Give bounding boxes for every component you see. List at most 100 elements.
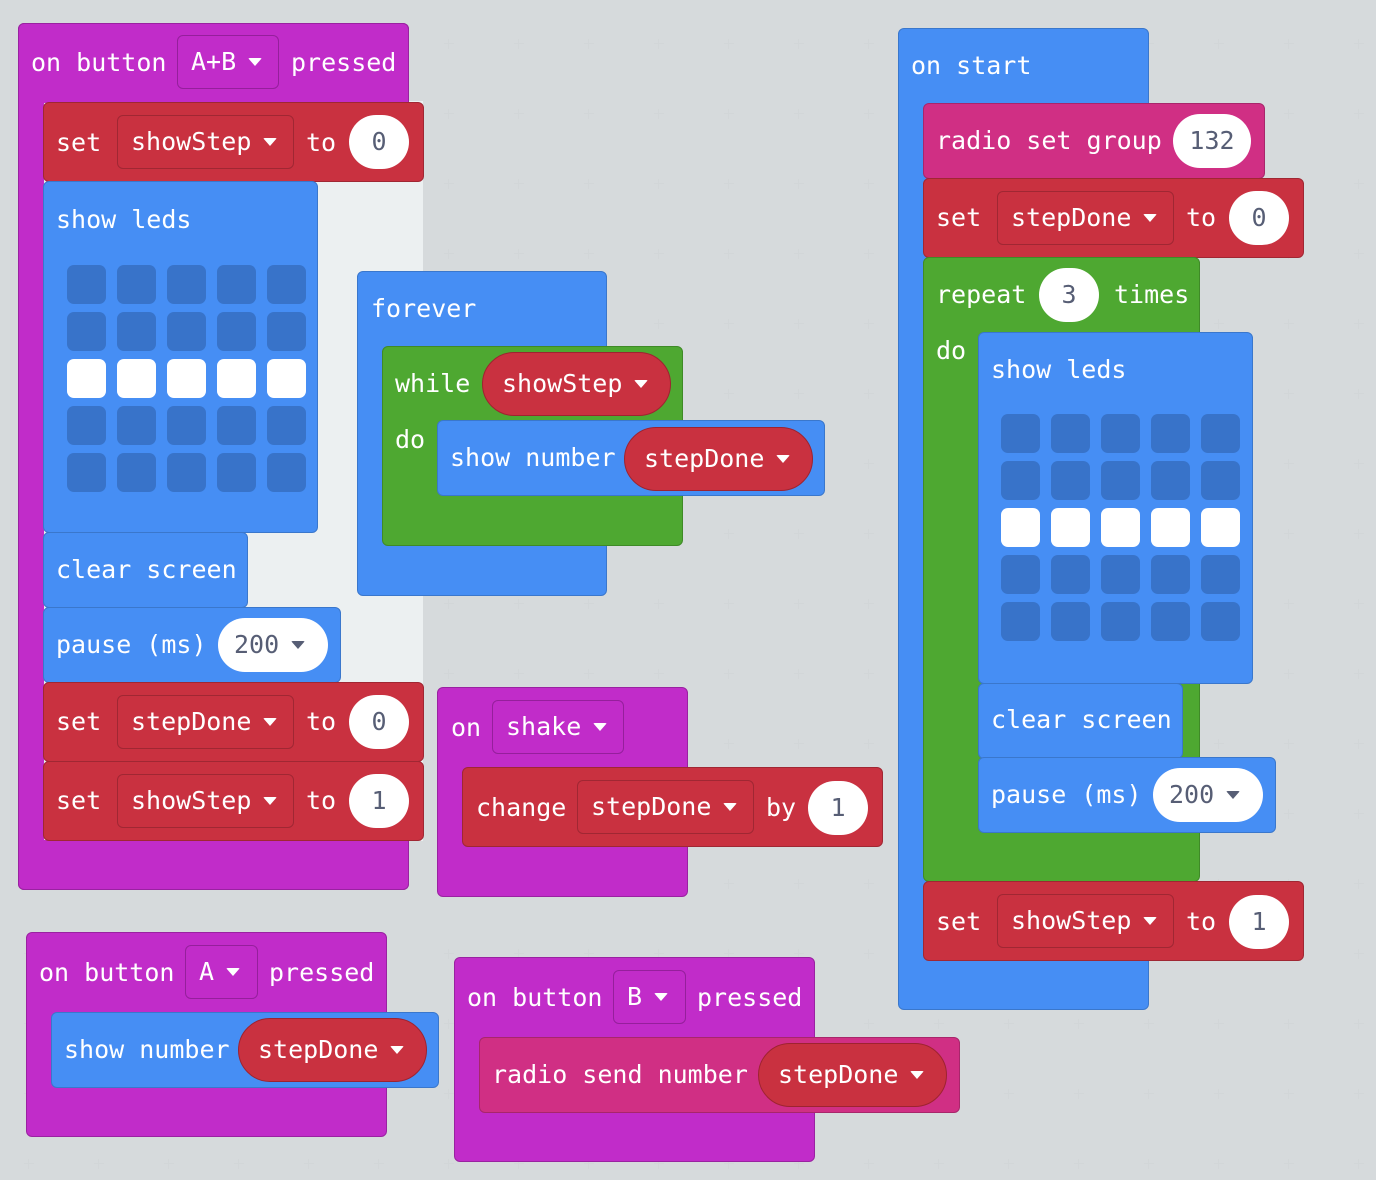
variable-dropdown[interactable]: stepDone [238,1018,427,1082]
value-input[interactable]: 1 [1229,895,1289,949]
value-input[interactable]: 0 [1229,191,1289,245]
button-dropdown[interactable]: B [613,970,686,1024]
led-on[interactable] [167,359,206,398]
led-off[interactable] [1001,414,1040,453]
led-off[interactable] [1101,414,1140,453]
grid-plus-mark [794,599,804,609]
led-off[interactable] [217,312,256,351]
led-off[interactable] [1201,414,1240,453]
event-label: on [451,713,482,742]
chevron-down-icon [263,138,278,146]
led-off[interactable] [217,453,256,492]
led-on[interactable] [1051,508,1090,547]
group-input[interactable]: 132 [1173,114,1251,168]
led-off[interactable] [67,453,106,492]
grid-plus-mark [584,39,594,49]
led-off[interactable] [217,265,256,304]
led-off[interactable] [1001,461,1040,500]
repeat-count-input[interactable]: 3 [1039,268,1099,322]
led-off[interactable] [1101,461,1140,500]
grid-plus-mark [444,1159,454,1169]
variable-name: stepDone [644,444,765,473]
grid-plus-mark [1214,1159,1224,1169]
led-off[interactable] [1201,555,1240,594]
grid-plus-mark [724,599,734,609]
led-on[interactable] [117,359,156,398]
led-off[interactable] [167,406,206,445]
grid-plus-mark [724,39,734,49]
event-label: on button [31,48,167,77]
grid-plus-mark [724,739,734,749]
variable-dropdown[interactable]: showStep [117,115,294,169]
pause-label: pause (ms) [991,780,1142,809]
led-on[interactable] [1001,508,1040,547]
button-dropdown[interactable]: A+B [177,35,279,89]
led-off[interactable] [1001,555,1040,594]
led-on[interactable] [1201,508,1240,547]
led-on[interactable] [1101,508,1140,547]
led-off[interactable] [267,265,306,304]
led-on[interactable] [1151,508,1190,547]
variable-dropdown[interactable]: stepDone [997,191,1174,245]
led-off[interactable] [1101,555,1140,594]
variable-dropdown[interactable]: stepDone [117,695,294,749]
grid-plus-mark [724,179,734,189]
variable-dropdown[interactable]: showStep [117,774,294,828]
show-leds-label: show leds [56,205,192,234]
led-on[interactable] [217,359,256,398]
grid-plus-mark [1354,599,1364,609]
led-on[interactable] [267,359,306,398]
to-keyword: to [306,128,337,157]
grid-plus-mark [1284,1019,1294,1029]
grid-plus-mark [1354,1089,1364,1099]
led-off[interactable] [217,406,256,445]
variable-dropdown[interactable]: stepDone [624,427,813,491]
led-off[interactable] [267,312,306,351]
variable-dropdown[interactable]: stepDone [758,1043,947,1107]
led-off[interactable] [167,453,206,492]
grid-plus-mark [164,1159,174,1169]
gesture-dropdown[interactable]: shake [492,700,624,754]
led-off[interactable] [1151,602,1190,641]
button-dropdown[interactable]: A [185,945,258,999]
led-off[interactable] [117,406,156,445]
value-input[interactable]: 1 [808,781,868,835]
radio-send-label: radio send number [492,1060,748,1089]
led-off[interactable] [1051,602,1090,641]
led-off[interactable] [167,265,206,304]
variable-dropdown[interactable]: stepDone [577,780,754,834]
led-off[interactable] [117,312,156,351]
led-off[interactable] [1101,602,1140,641]
condition-variable-dropdown[interactable]: showStep [482,352,671,416]
grid-plus-mark [654,179,664,189]
led-off[interactable] [67,312,106,351]
led-off[interactable] [1051,414,1090,453]
value-input[interactable]: 0 [349,695,409,749]
led-off[interactable] [1051,461,1090,500]
value-input[interactable]: 1 [349,774,409,828]
event-suffix: pressed [697,983,803,1012]
led-off[interactable] [117,453,156,492]
led-off[interactable] [67,406,106,445]
led-off[interactable] [267,406,306,445]
led-off[interactable] [267,453,306,492]
pause-dropdown[interactable]: 200 [1153,768,1263,822]
led-on[interactable] [67,359,106,398]
led-off[interactable] [1001,602,1040,641]
grid-plus-mark [1284,39,1294,49]
led-off[interactable] [117,265,156,304]
led-off[interactable] [1201,602,1240,641]
led-off[interactable] [1201,461,1240,500]
chevron-down-icon [390,1046,405,1054]
value-input[interactable]: 0 [349,115,409,169]
led-off[interactable] [67,265,106,304]
led-off[interactable] [1151,414,1190,453]
grid-plus-mark [794,319,804,329]
led-off[interactable] [1151,461,1190,500]
variable-dropdown[interactable]: showStep [997,894,1174,948]
led-off[interactable] [1151,555,1190,594]
pause-dropdown[interactable]: 200 [218,618,328,672]
led-off[interactable] [1051,555,1090,594]
led-off[interactable] [167,312,206,351]
grid-plus-mark [1284,109,1294,119]
